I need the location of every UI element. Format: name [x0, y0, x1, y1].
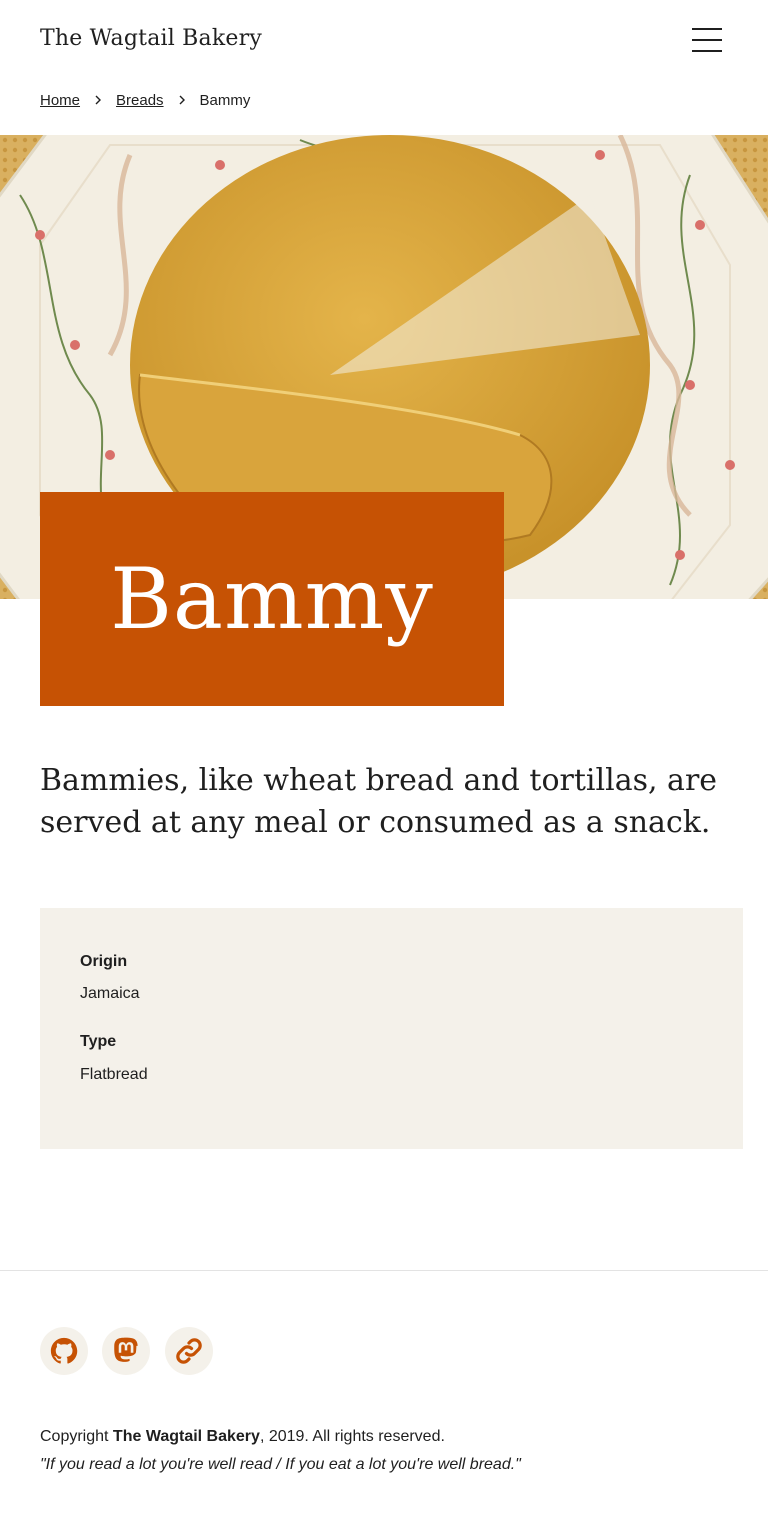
origin-value: Jamaica — [80, 985, 140, 1002]
chevron-right-icon — [164, 92, 200, 109]
copyright-text: Copyright The Wagtail Bakery, 2019. All … — [40, 1428, 445, 1445]
github-icon[interactable] — [40, 1327, 88, 1375]
bread-details-panel: Origin Jamaica Type Flatbread — [40, 908, 743, 1149]
breadcrumb-home-link[interactable]: Home — [40, 92, 80, 109]
site-header: The Wagtail Bakery — [0, 0, 768, 80]
breadcrumb: Home Breads Bammy — [40, 90, 250, 110]
hamburger-menu-icon[interactable] — [692, 28, 722, 52]
type-value: Flatbread — [80, 1066, 148, 1083]
footer-quote: "If you read a lot you're well read / If… — [40, 1456, 521, 1473]
footer-divider — [0, 1270, 768, 1271]
page-title-banner: Bammy — [40, 492, 504, 706]
type-label: Type — [80, 1033, 117, 1050]
link-icon[interactable] — [165, 1327, 213, 1375]
chevron-right-icon — [80, 92, 116, 109]
page-title: Bammy — [110, 550, 434, 648]
copyright-site-name: The Wagtail Bakery — [112, 1428, 260, 1445]
mastodon-icon[interactable] — [102, 1327, 150, 1375]
site-title-link[interactable]: The Wagtail Bakery — [40, 26, 262, 51]
page-intro: Bammies, like wheat bread and tortillas,… — [40, 763, 718, 840]
breadcrumb-breads-link[interactable]: Breads — [116, 92, 164, 109]
breadcrumb-current: Bammy — [199, 91, 251, 109]
origin-label: Origin — [80, 953, 128, 970]
